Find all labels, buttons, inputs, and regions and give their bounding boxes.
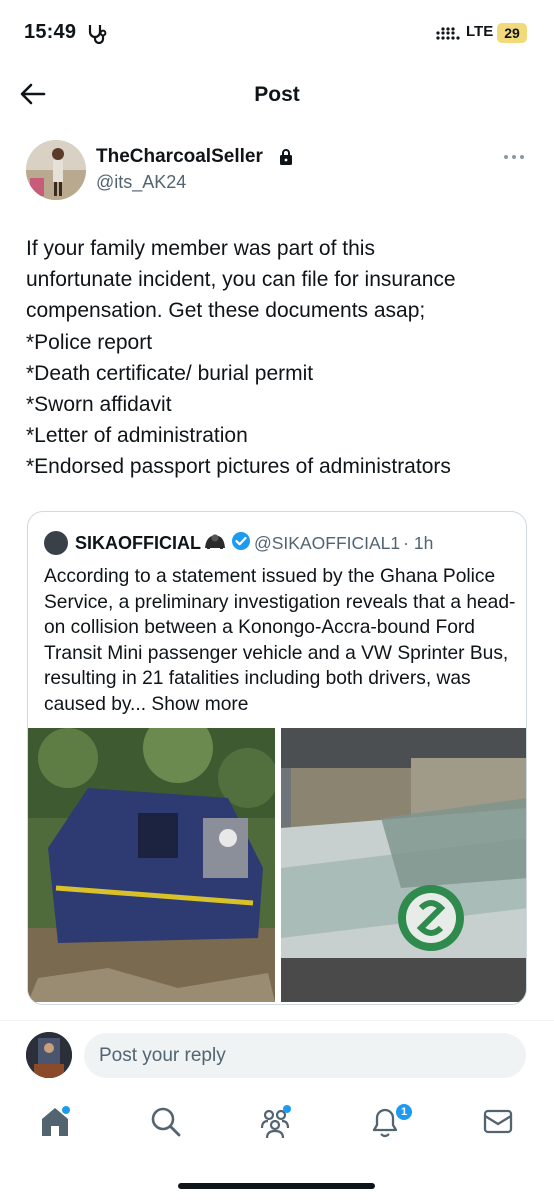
post-text: If your family member was part of this u… [26,237,456,479]
reply-divider [0,1020,554,1021]
quoted-post-body: According to a statement issued by the G… [44,566,516,715]
communities-icon [258,1105,294,1144]
status-bar: 15:49 LTE 29 [0,0,554,66]
quoted-author-handle: @SIKAOFFICIAL1 [254,532,401,553]
battery-indicator: 29 [497,23,527,43]
author-avatar[interactable] [26,140,86,200]
crash-photo-2[interactable] [281,728,526,1002]
quoted-post[interactable]: SIKAOFFICIAL @SIKAOFFICIAL1 · 1h Accordi… [27,511,527,1005]
top-bar: Post [0,66,554,122]
crash-photo-1[interactable] [28,728,275,1002]
author-handle[interactable]: @its_AK24 [96,172,186,193]
home-icon [38,1106,74,1144]
author-display-name[interactable]: TheCharcoalSeller [96,146,263,168]
home-indicator [178,1183,375,1189]
more-options-icon[interactable] [503,148,525,166]
messages-icon [481,1109,517,1144]
notification-count: 1 [400,1106,408,1118]
tab-messages[interactable] [481,1104,517,1140]
gorilla-emoji-icon [203,532,227,555]
stethoscope-icon [86,22,112,49]
tab-search[interactable] [148,1104,184,1140]
notifications-icon [368,1104,412,1144]
tab-communities[interactable] [258,1104,294,1140]
signal-icon [436,27,462,46]
show-more-link[interactable]: Show more [151,694,248,715]
lock-icon [278,148,294,171]
reply-input[interactable]: Post your reply [84,1033,526,1078]
search-icon [148,1107,184,1144]
quoted-post-header: SIKAOFFICIAL @SIKAOFFICIAL1 · 1h [44,531,433,555]
page-title: Post [254,83,300,106]
quoted-post-text: According to a statement issued by the G… [44,564,516,718]
tab-notifications[interactable]: 1 [368,1104,412,1140]
network-type: LTE [466,23,494,40]
quoted-post-time: · 1h [403,532,434,553]
quoted-author-avatar [44,531,68,555]
tab-home[interactable] [38,1104,74,1140]
verified-badge-icon [231,531,251,556]
quoted-author-name: SIKAOFFICIAL [75,532,201,553]
user-avatar[interactable] [26,1032,72,1078]
status-time: 15:49 [24,21,77,43]
